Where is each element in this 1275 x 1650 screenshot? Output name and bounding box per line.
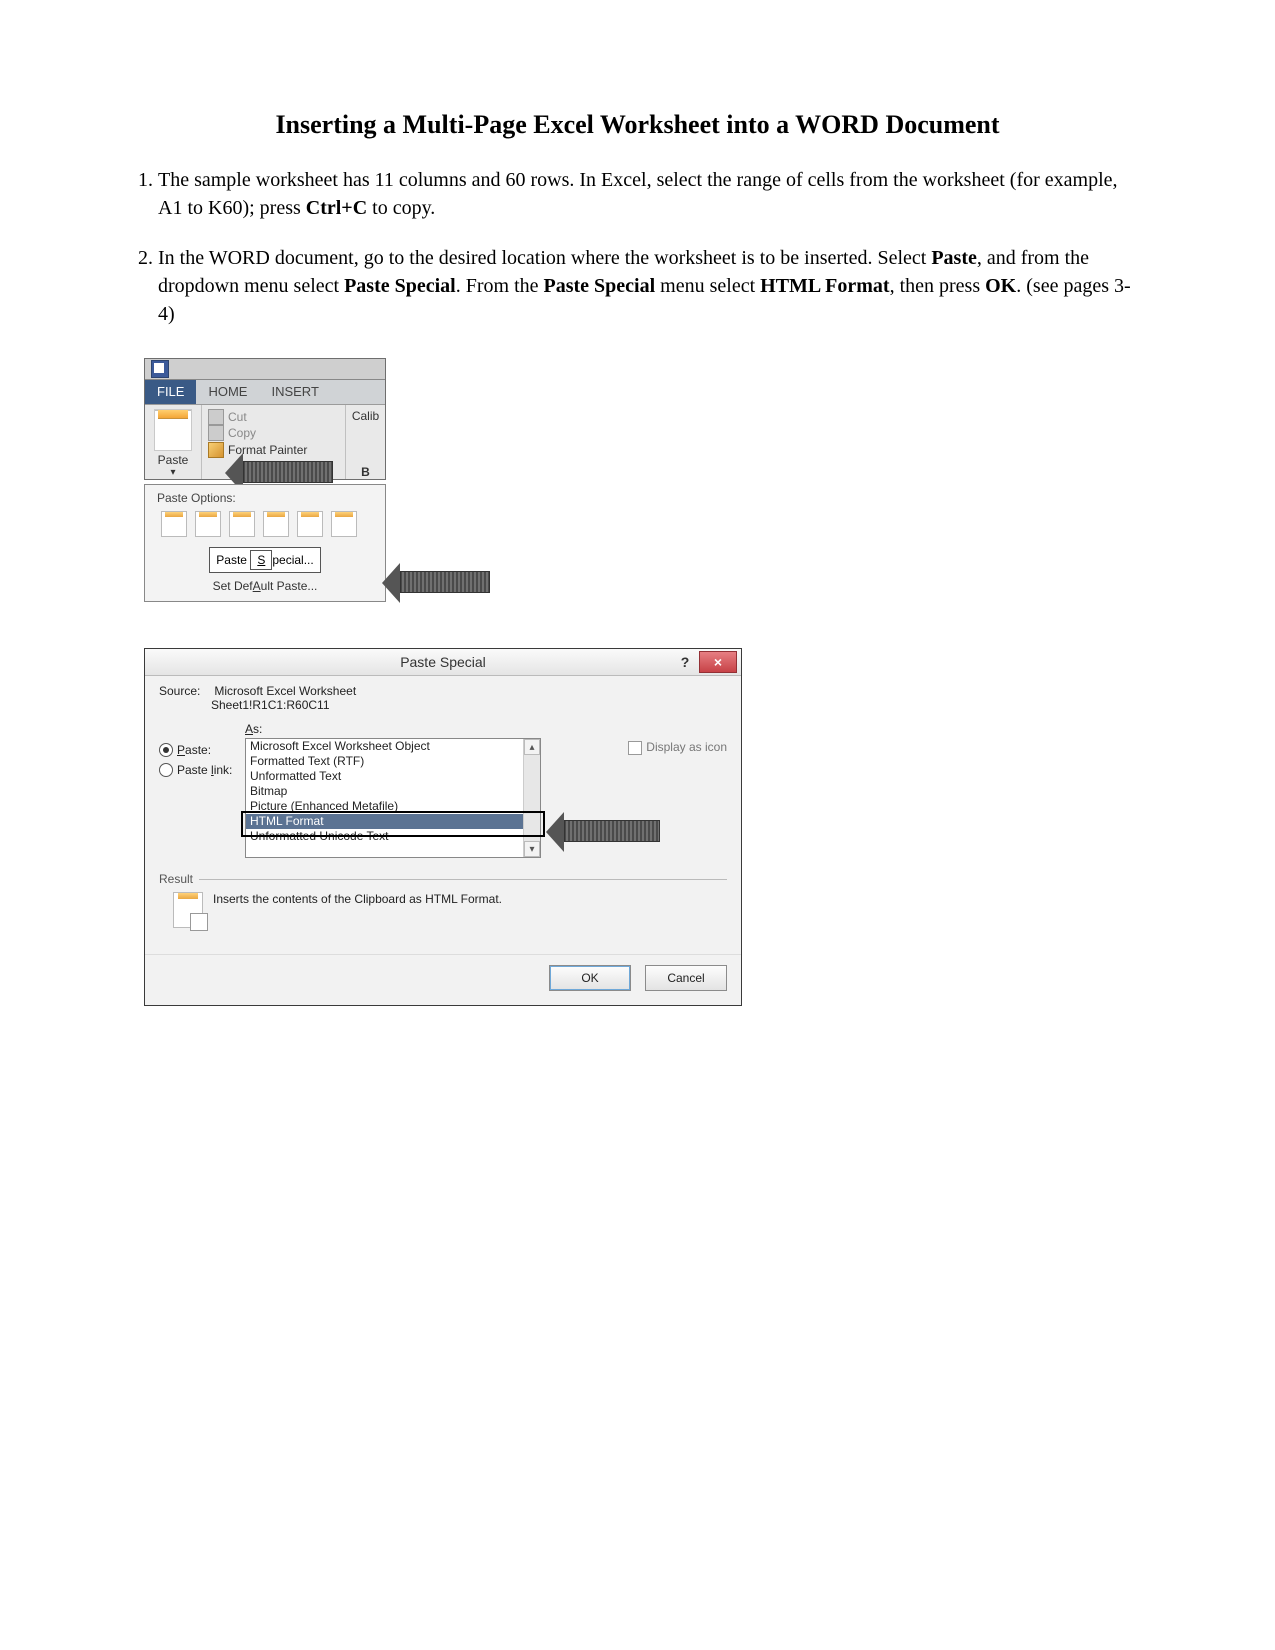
list-item[interactable]: Microsoft Excel Worksheet Object [246, 739, 524, 754]
dialog-buttons: OK Cancel [145, 954, 741, 1005]
paste-button[interactable] [154, 409, 192, 451]
result-label: Result [159, 872, 193, 886]
source-value: Microsoft Excel Worksheet [214, 684, 356, 698]
document-page: Inserting a Multi-Page Excel Worksheet i… [0, 0, 1275, 1650]
paste-mode-radios: Paste: Paste link: [159, 722, 245, 858]
arrow-to-html-format-icon [564, 820, 660, 842]
dialog-titlebar: Paste Special ? × [145, 649, 741, 676]
step-1: The sample worksheet has 11 columns and … [158, 166, 1145, 222]
word-ribbon: FILE HOME INSERT Paste ▾ Cut [144, 358, 386, 480]
scroll-up-icon[interactable]: ▴ [524, 739, 540, 755]
list-item[interactable]: Formatted Text (RTF) [246, 754, 524, 769]
arrow-to-paste-special-icon [400, 571, 490, 593]
copy-line[interactable]: Copy [208, 425, 339, 441]
quick-access-toolbar [145, 359, 385, 380]
set-default-paste-menuitem[interactable]: Set DefAult Paste... [145, 575, 385, 601]
checkbox-icon [628, 741, 642, 755]
tab-insert[interactable]: INSERT [259, 380, 330, 404]
paste-option-icon[interactable] [331, 511, 357, 537]
step-2: In the WORD document, go to the desired … [158, 244, 1145, 328]
tab-file[interactable]: FILE [145, 380, 196, 404]
result-group: Result Inserts the contents of the Clipb… [159, 872, 727, 950]
list-item[interactable]: Bitmap [246, 784, 524, 799]
as-label: As: [245, 722, 620, 736]
paste-option-icons [145, 509, 385, 545]
list-item-selected[interactable]: HTML Format [246, 814, 524, 829]
cut-line[interactable]: Cut [208, 409, 339, 425]
format-painter-icon [208, 442, 224, 458]
copy-label: Copy [228, 425, 256, 441]
scissors-icon [208, 409, 224, 425]
help-button[interactable]: ? [673, 652, 697, 672]
font-name: Calib [352, 409, 379, 423]
paste-option-icon[interactable] [161, 511, 187, 537]
source-sheet: Sheet1!R1C1:R60C11 [211, 698, 727, 712]
source-label: Source: [159, 684, 211, 698]
list-item[interactable]: Unformatted Text [246, 769, 524, 784]
paste-option-icon[interactable] [297, 511, 323, 537]
scrollbar[interactable]: ▴ ▾ [523, 739, 540, 857]
bold-indicator: B [361, 465, 370, 479]
paste-special-menuitem[interactable]: Paste Special... [145, 547, 385, 573]
ribbon-screenshot: FILE HOME INSERT Paste ▾ Cut [144, 358, 386, 602]
arrow-to-paste-icon [243, 461, 333, 483]
source-line: Source: Microsoft Excel Worksheet [159, 684, 727, 698]
font-stub: Calib B [345, 405, 385, 479]
paste-group: Paste ▾ [145, 405, 202, 479]
radio-paste[interactable]: Paste: [159, 740, 245, 760]
format-listbox[interactable]: Microsoft Excel Worksheet Object Formatt… [245, 738, 541, 858]
scroll-down-icon[interactable]: ▾ [524, 841, 540, 857]
display-as-icon-label: Display as icon [646, 740, 727, 754]
tab-home[interactable]: HOME [196, 380, 259, 404]
result-text: Inserts the contents of the Clipboard as… [213, 892, 502, 906]
paste-options-menu: Paste Options: Paste Special... Set DefA… [144, 484, 386, 602]
page-title: Inserting a Multi-Page Excel Worksheet i… [130, 110, 1145, 140]
radio-icon [159, 763, 173, 777]
close-button[interactable]: × [699, 651, 737, 673]
word-icon [151, 360, 169, 378]
paste-option-icon[interactable] [195, 511, 221, 537]
divider [199, 879, 727, 880]
paste-label: Paste [145, 453, 201, 467]
ribbon-tabs: FILE HOME INSERT [145, 380, 385, 405]
paste-option-icon[interactable] [263, 511, 289, 537]
list-item[interactable]: Unformatted Unicode Text [246, 829, 524, 844]
ribbon-body: Paste ▾ Cut Copy Format Painter [145, 405, 385, 479]
paste-special-dialog-wrap: Paste Special ? × Source: Microsoft Exce… [144, 648, 1145, 1006]
paste-dropdown-icon[interactable]: ▾ [145, 467, 201, 478]
steps-list: The sample worksheet has 11 columns and … [130, 166, 1145, 328]
cancel-button[interactable]: Cancel [645, 965, 727, 991]
cut-label: Cut [228, 409, 247, 425]
radio-paste-link[interactable]: Paste link: [159, 760, 245, 780]
dialog-title: Paste Special [145, 654, 741, 670]
clipboard-icon [173, 892, 203, 928]
ok-button[interactable]: OK [549, 965, 631, 991]
radio-icon [159, 743, 173, 757]
list-item[interactable]: Picture (Enhanced Metafile) [246, 799, 524, 814]
dialog-body: Source: Microsoft Excel Worksheet Sheet1… [145, 676, 741, 954]
paste-option-icon[interactable] [229, 511, 255, 537]
copy-icon [208, 425, 224, 441]
paste-options-header: Paste Options: [145, 485, 385, 509]
